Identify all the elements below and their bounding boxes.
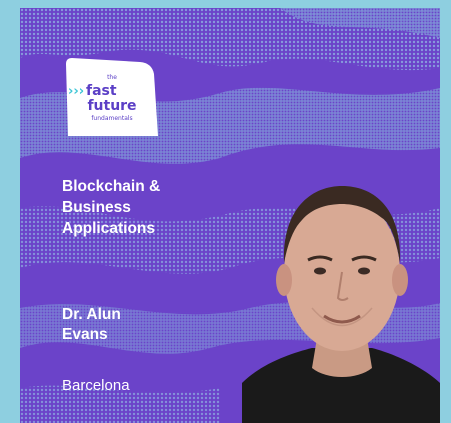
logo-fundamentals-text: fundamentals [91, 115, 133, 122]
speaker-line-2: Evans [62, 326, 108, 343]
logo-arrow-icon: ››› [68, 84, 85, 99]
logo-future-text: future [87, 98, 137, 114]
location-label: Barcelona [62, 377, 130, 394]
topic-line-3: Applications [62, 220, 156, 237]
logo-the-text: the [107, 74, 117, 81]
topic-line-2: Business [62, 199, 131, 216]
page-frame: the ››› fast future fundamentals Blockch… [0, 0, 451, 423]
logo-fast-text: fast [86, 83, 117, 99]
brand-logo: the ››› fast future fundamentals [66, 56, 158, 138]
speaker-portrait [242, 186, 440, 423]
topic-line-1: Blockchain & [62, 178, 161, 195]
topic-title: Blockchain & Business Applications [62, 176, 232, 239]
speaker-name: Dr. Alun Evans [62, 305, 202, 345]
promo-card: the ››› fast future fundamentals Blockch… [20, 8, 440, 423]
speaker-line-1: Dr. Alun [62, 306, 121, 323]
